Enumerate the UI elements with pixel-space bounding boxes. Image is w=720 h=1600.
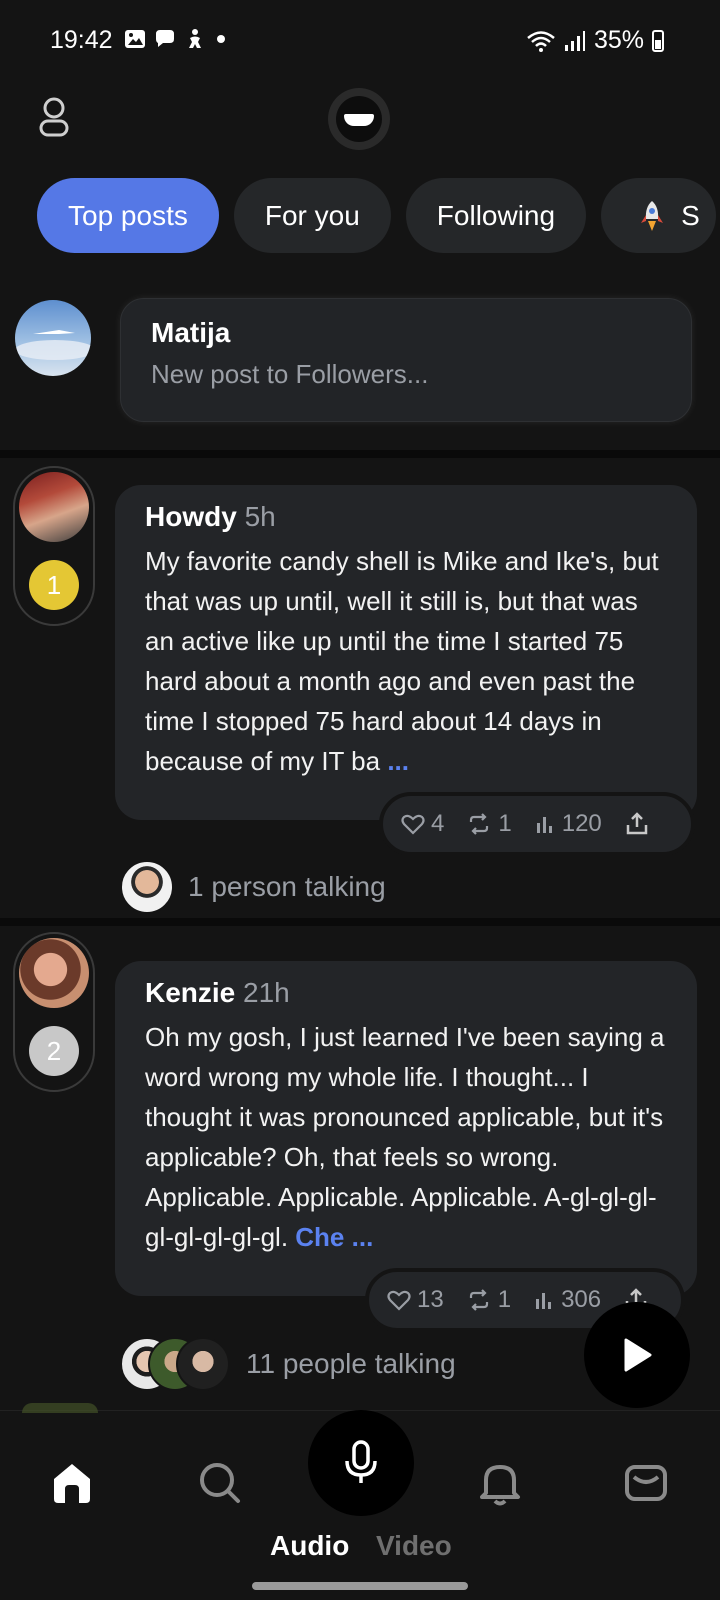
gallery-icon — [125, 30, 145, 48]
post-author[interactable]: Howdy — [145, 501, 237, 532]
audio-mode-label[interactable]: Audio — [270, 1530, 349, 1562]
bar-chart-icon — [536, 1293, 552, 1309]
talking-avatar — [120, 860, 174, 914]
compose-user-name: Matija — [151, 317, 231, 348]
views-button[interactable]: 120 — [534, 810, 602, 838]
accessibility-icon — [189, 29, 201, 48]
play-icon — [624, 1338, 652, 1372]
rank-pill: 1 — [13, 466, 95, 626]
rank-badge: 1 — [29, 560, 79, 610]
repost-button[interactable]: 1 — [466, 1286, 511, 1314]
more-ellipsis[interactable]: ... — [352, 1222, 374, 1252]
status-bar: 19:42 35% — [0, 0, 720, 80]
microphone-icon — [345, 1440, 377, 1483]
share-button[interactable] — [624, 811, 650, 837]
post-time: 5h — [244, 501, 276, 532]
bar-chart-icon — [536, 817, 552, 833]
post-card[interactable]: Kenzie 21h Oh my gosh, I just learned I'… — [115, 961, 697, 1296]
play-button[interactable] — [584, 1302, 690, 1408]
rank-pill: 2 — [13, 932, 95, 1092]
post-link[interactable]: Che — [295, 1222, 344, 1252]
battery-icon — [652, 29, 664, 52]
home-indicator[interactable] — [252, 1582, 468, 1590]
like-button[interactable]: 13 — [387, 1286, 444, 1314]
home-icon — [54, 1464, 90, 1503]
repost-button[interactable]: 1 — [466, 810, 512, 838]
tab-for-you[interactable]: For you — [233, 178, 391, 253]
signal-icon — [564, 30, 585, 51]
talking-avatars — [120, 1337, 230, 1391]
video-mode-label[interactable]: Video — [376, 1530, 452, 1562]
nav-search[interactable] — [196, 1459, 248, 1511]
search-icon — [200, 1463, 240, 1503]
status-time: 19:42 — [50, 26, 113, 54]
views-button[interactable]: 306 — [533, 1286, 601, 1314]
chat-bubble-icon — [156, 30, 174, 47]
tab-rocket[interactable]: S — [601, 178, 717, 253]
app-logo-icon — [328, 88, 390, 150]
post-time: 21h — [243, 977, 290, 1008]
compose-avatar[interactable] — [15, 300, 91, 376]
compose-placeholder: New post to Followers... — [151, 359, 429, 389]
post-body: My favorite candy shell is Mike and Ike'… — [145, 546, 659, 776]
talking-indicator[interactable]: 11 people talking — [120, 1337, 456, 1391]
person-icon — [39, 97, 69, 137]
feed-tabs: Top posts For you Following S — [37, 178, 717, 253]
mail-icon — [625, 1465, 667, 1501]
partial-avatar — [22, 1403, 98, 1413]
post-author[interactable]: Kenzie — [145, 977, 235, 1008]
repost-icon — [469, 1289, 488, 1311]
like-button[interactable]: 4 — [401, 810, 444, 838]
nav-home[interactable] — [48, 1459, 100, 1511]
post-body: Oh my gosh, I just learned I've been say… — [145, 1022, 665, 1252]
compose-input[interactable]: Matija New post to Followers... — [120, 298, 692, 422]
heart-icon — [401, 814, 425, 835]
post-card[interactable]: Howdy 5h My favorite candy shell is Mike… — [115, 485, 697, 820]
dot-icon — [217, 35, 225, 43]
bell-icon — [480, 1465, 520, 1506]
nav-notifications[interactable] — [476, 1459, 528, 1511]
repost-icon — [470, 813, 489, 835]
tab-following[interactable]: Following — [405, 178, 587, 253]
battery-percent: 35% — [593, 26, 644, 54]
heart-icon — [387, 1290, 411, 1311]
share-icon — [626, 812, 648, 835]
author-avatar[interactable] — [19, 472, 89, 542]
wifi-icon — [527, 30, 555, 52]
tab-top-posts[interactable]: Top posts — [37, 178, 219, 253]
record-audio-button[interactable] — [308, 1410, 414, 1516]
talking-indicator[interactable]: 1 person talking — [120, 860, 386, 914]
nav-messages[interactable] — [622, 1459, 674, 1511]
profile-button[interactable] — [34, 96, 74, 138]
author-avatar[interactable] — [19, 938, 89, 1008]
divider — [0, 450, 720, 458]
rocket-icon — [641, 200, 664, 231]
talking-avatar — [176, 1337, 230, 1391]
post-actions: 4 1 120 — [379, 792, 695, 856]
divider — [0, 918, 720, 926]
rank-badge: 2 — [29, 1026, 79, 1076]
more-ellipsis[interactable]: ... — [387, 746, 409, 776]
